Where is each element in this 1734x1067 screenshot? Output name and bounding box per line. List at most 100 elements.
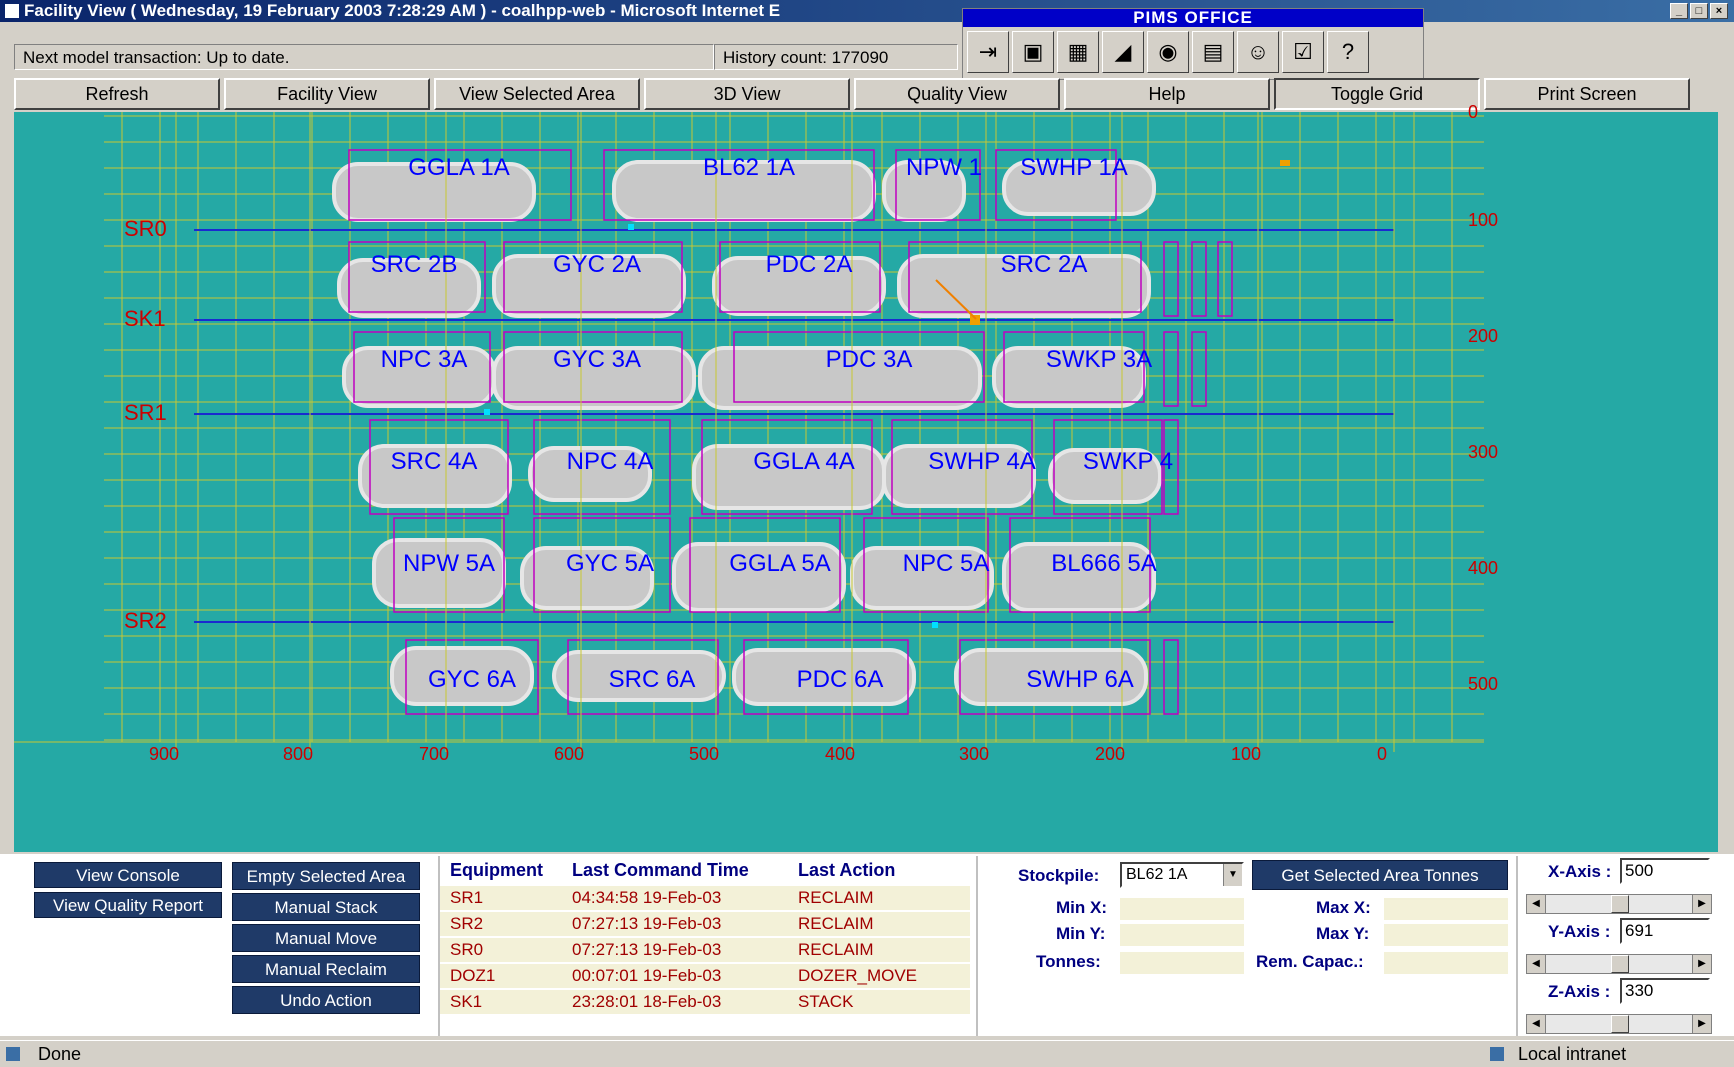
stockpile-label[interactable]: PDC 2A: [766, 251, 853, 279]
max-y-value: [1384, 924, 1508, 946]
equipment-row: SR1 04:34:58 19-Feb-03 RECLAIM: [440, 886, 970, 910]
stockpile-label[interactable]: GYC 2A: [553, 251, 641, 279]
stockpile-label[interactable]: BL666 5A: [1051, 550, 1156, 578]
monitor-icon[interactable]: ▣: [1012, 31, 1054, 73]
stockpile-label[interactable]: NPW 5A: [403, 550, 495, 578]
x-axis-slider[interactable]: ◀ ▶: [1526, 894, 1712, 914]
rail-label: SR0: [124, 216, 167, 241]
arrow-right-icon[interactable]: ▶: [1692, 955, 1711, 973]
slider-thumb[interactable]: [1611, 955, 1629, 973]
slider-thumb[interactable]: [1611, 1015, 1629, 1033]
quality-view-button[interactable]: Quality View: [854, 78, 1060, 110]
signal-icon[interactable]: ◢: [1102, 31, 1144, 73]
manual-stack-button[interactable]: Manual Stack: [232, 893, 420, 921]
z-axis-input[interactable]: 330: [1620, 978, 1710, 1004]
person-icon[interactable]: ☺: [1237, 31, 1279, 73]
view-quality-report-button[interactable]: View Quality Report: [34, 892, 222, 918]
equipment-marker: [484, 409, 490, 415]
manual-move-button[interactable]: Manual Move: [232, 924, 420, 952]
equipment-cell: SR0: [450, 940, 484, 959]
x-axis-input[interactable]: 500: [1620, 858, 1710, 884]
y-axis-tick: 500: [1468, 674, 1499, 694]
stockpile-select[interactable]: BL62 1A ▼: [1120, 862, 1244, 888]
minimize-icon[interactable]: _: [1670, 3, 1688, 19]
y-axis-input[interactable]: 691: [1620, 918, 1710, 944]
slider-thumb[interactable]: [1611, 895, 1629, 913]
equipment-cell: SK1: [450, 992, 483, 1011]
arrow-right-icon[interactable]: ▶: [1692, 895, 1711, 913]
globe-icon[interactable]: ◉: [1147, 31, 1189, 73]
facility-map[interactable]: SR0 SK1 SR1 SR2 GGLA 1A BL62 1A NPW 1 SWHP 1A SR…: [14, 102, 1718, 852]
stockpile-label[interactable]: PDC 3A: [826, 346, 913, 374]
arrow-left-icon[interactable]: ◀: [1527, 955, 1546, 973]
stockpile-label[interactable]: GGLA 5A: [729, 550, 830, 578]
checklist-icon[interactable]: ☑: [1282, 31, 1324, 73]
window-titlebar: Facility View ( Wednesday, 19 February 2…: [0, 0, 1734, 22]
empty-selected-area-button[interactable]: Empty Selected Area: [232, 862, 420, 890]
get-selected-area-tonnes-button[interactable]: Get Selected Area Tonnes: [1252, 860, 1508, 890]
manual-reclaim-button[interactable]: Manual Reclaim: [232, 955, 420, 983]
arrow-right-icon[interactable]: ▶: [1692, 1015, 1711, 1033]
help-button[interactable]: Help: [1064, 78, 1270, 110]
x-axis-label: X-Axis :: [1548, 862, 1612, 881]
maximize-icon[interactable]: □: [1690, 3, 1708, 19]
bay-box: [1191, 241, 1207, 317]
print-screen-button[interactable]: Print Screen: [1484, 78, 1690, 110]
equipment-row: SR2 07:27:13 19-Feb-03 RECLAIM: [440, 912, 970, 936]
x-axis-tick: 100: [1230, 744, 1262, 764]
window-title: Facility View ( Wednesday, 19 February 2…: [24, 1, 781, 20]
z-axis-slider[interactable]: ◀ ▶: [1526, 1014, 1712, 1034]
x-axis-tick: 500: [688, 744, 720, 764]
chevron-down-icon[interactable]: ▼: [1223, 864, 1242, 886]
3d-view-button[interactable]: 3D View: [644, 78, 850, 110]
stockpile-label[interactable]: SWKP 4: [1083, 448, 1173, 476]
min-x-label: Min X:: [1056, 898, 1107, 917]
exit-icon[interactable]: ⇥: [967, 31, 1009, 73]
stockpile-label[interactable]: BL62 1A: [703, 154, 795, 182]
arrow-left-icon[interactable]: ◀: [1527, 1015, 1546, 1033]
equipment-cell: DOZ1: [450, 966, 496, 985]
facility-view-button[interactable]: Facility View: [224, 78, 430, 110]
command-time-cell: 07:27:13 19-Feb-03: [572, 914, 722, 933]
action-cell: DOZER_MOVE: [798, 966, 918, 985]
stockpile-label[interactable]: GGLA 1A: [408, 154, 509, 182]
y-axis-tick: 400: [1468, 558, 1499, 578]
stockpile-label[interactable]: SWHP 6A: [1026, 666, 1134, 694]
pims-title: PIMS OFFICE: [963, 9, 1423, 27]
stockpile-label[interactable]: NPC 4A: [567, 448, 654, 476]
bay-box: [1217, 241, 1233, 317]
history-count: History count: 177090: [714, 44, 958, 70]
stockpile-label[interactable]: NPW 1: [906, 154, 982, 182]
stockpile-label[interactable]: SWHP 1A: [1020, 154, 1128, 182]
divider: [1516, 856, 1518, 1036]
stockpile-label[interactable]: NPC 5A: [903, 550, 990, 578]
x-axis-tick: 400: [824, 744, 856, 764]
toggle-grid-button[interactable]: Toggle Grid: [1274, 78, 1480, 110]
stockpile-label[interactable]: SRC 4A: [391, 448, 478, 476]
stockpile-label[interactable]: SWHP 4A: [928, 448, 1036, 476]
stockpile-label[interactable]: GYC 3A: [553, 346, 641, 374]
refresh-button[interactable]: Refresh: [14, 78, 220, 110]
report-icon[interactable]: ▤: [1192, 31, 1234, 73]
stockpile-label[interactable]: SRC 2B: [371, 251, 458, 279]
view-selected-area-button[interactable]: View Selected Area: [434, 78, 640, 110]
bay-box: [1163, 331, 1179, 407]
view-console-button[interactable]: View Console: [34, 862, 222, 888]
stockpile-label[interactable]: SRC 2A: [1001, 251, 1088, 279]
arrow-left-icon[interactable]: ◀: [1527, 895, 1546, 913]
stockpile-label[interactable]: GYC 5A: [566, 550, 654, 578]
stockpile-label[interactable]: GYC 6A: [428, 666, 516, 694]
stockpile-label[interactable]: GGLA 4A: [753, 448, 854, 476]
close-icon[interactable]: ×: [1710, 3, 1728, 19]
grid-icon[interactable]: ▦: [1057, 31, 1099, 73]
stockpile-label[interactable]: SWKP 3A: [1046, 346, 1152, 374]
undo-action-button[interactable]: Undo Action: [232, 986, 420, 1014]
equipment-marker: [1280, 160, 1290, 166]
y-axis-slider[interactable]: ◀ ▶: [1526, 954, 1712, 974]
x-axis-tick: 900: [148, 744, 180, 764]
stockpile-label[interactable]: NPC 3A: [381, 346, 468, 374]
y-axis-tick: 200: [1468, 326, 1499, 346]
stockpile-label[interactable]: PDC 6A: [797, 666, 884, 694]
stockpile-label[interactable]: SRC 6A: [609, 666, 696, 694]
help-icon[interactable]: ?: [1327, 31, 1369, 73]
